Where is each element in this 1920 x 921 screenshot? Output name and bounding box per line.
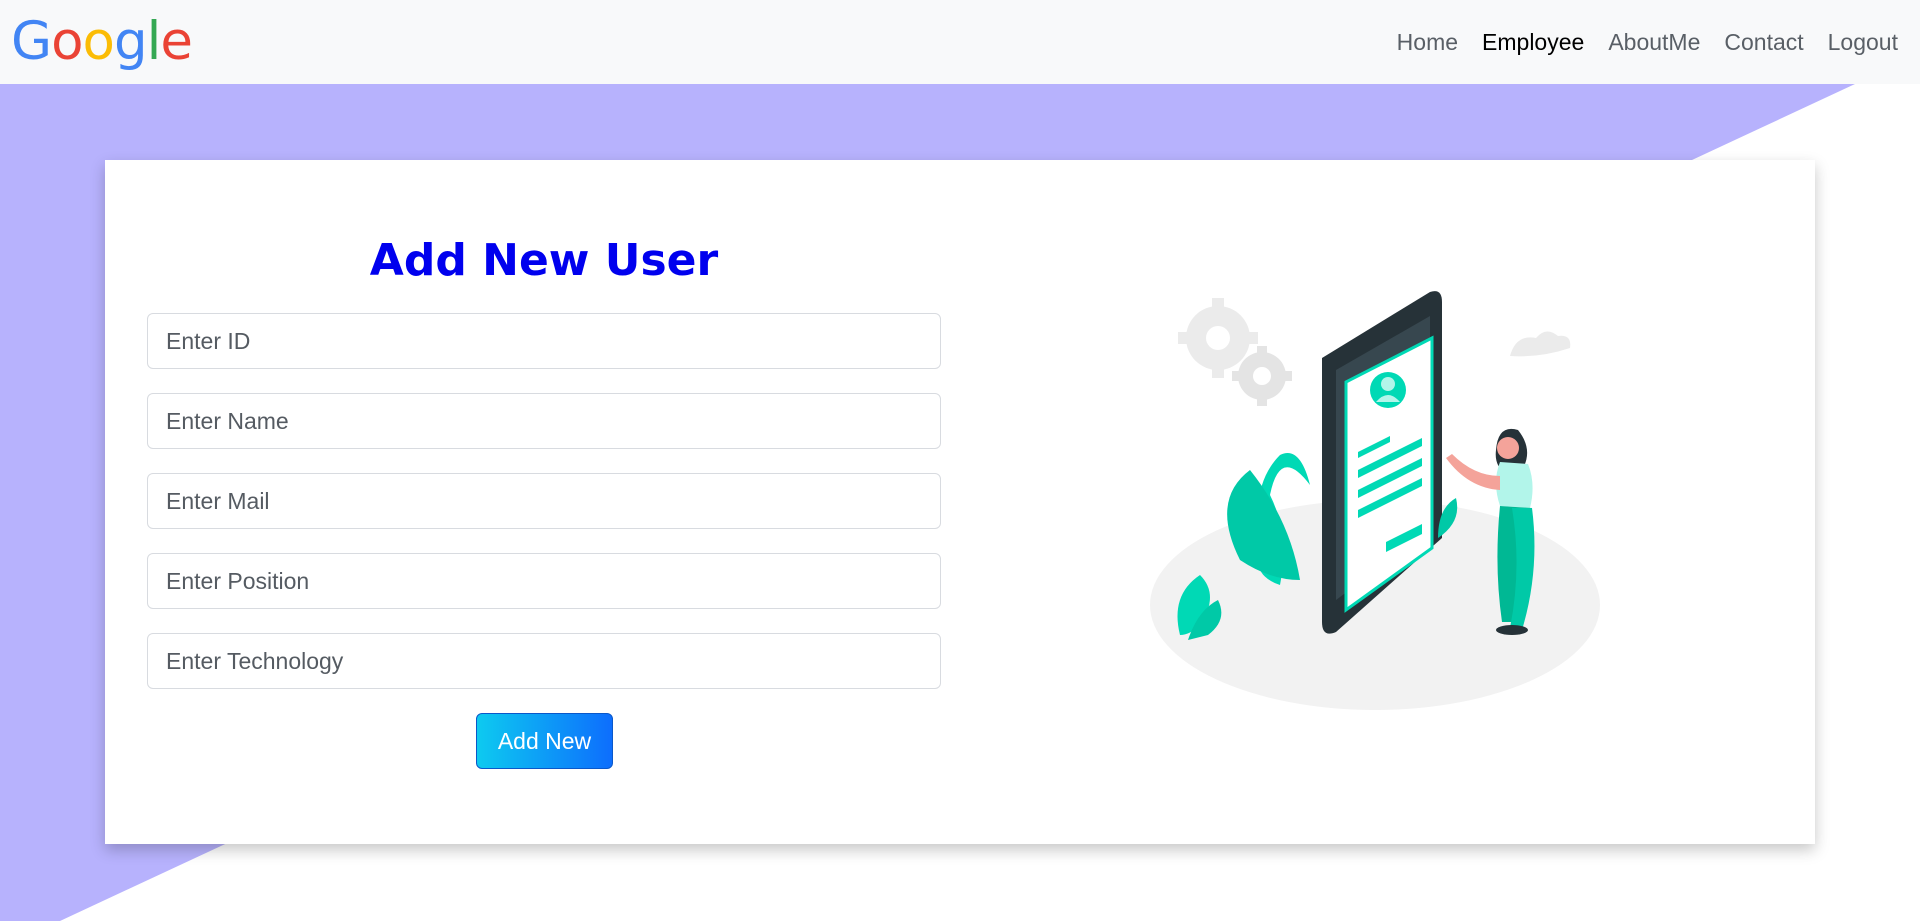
- mail-input[interactable]: [147, 473, 941, 529]
- page: Google Home Employee AboutMe Contact Log…: [0, 0, 1920, 921]
- nav-link-employee[interactable]: Employee: [1482, 29, 1584, 56]
- nav-link-contact[interactable]: Contact: [1724, 29, 1803, 56]
- logo-letter: e: [160, 11, 193, 72]
- nav-link-aboutme[interactable]: AboutMe: [1608, 29, 1700, 56]
- technology-input[interactable]: [147, 633, 941, 689]
- nav-links: Home Employee AboutMe Contact Logout: [1373, 0, 1898, 84]
- logo-letter: G: [11, 11, 52, 72]
- add-new-button[interactable]: Add New: [476, 713, 613, 769]
- user-registration-illustration: [1150, 291, 1600, 710]
- logo-letter: o: [51, 11, 83, 72]
- logo-letter: l: [146, 11, 162, 72]
- nav-link-home[interactable]: Home: [1397, 29, 1458, 56]
- id-input[interactable]: [147, 313, 941, 369]
- name-input[interactable]: [147, 393, 941, 449]
- position-input[interactable]: [147, 553, 941, 609]
- nav-link-logout[interactable]: Logout: [1828, 29, 1898, 56]
- cloud-icon: [1510, 331, 1571, 357]
- logo-letter: o: [82, 11, 115, 72]
- google-logo[interactable]: Google: [11, 11, 193, 72]
- navbar: Google Home Employee AboutMe Contact Log…: [0, 0, 1920, 84]
- logo-letter: g: [113, 11, 148, 72]
- form-title: Add New User: [369, 235, 719, 286]
